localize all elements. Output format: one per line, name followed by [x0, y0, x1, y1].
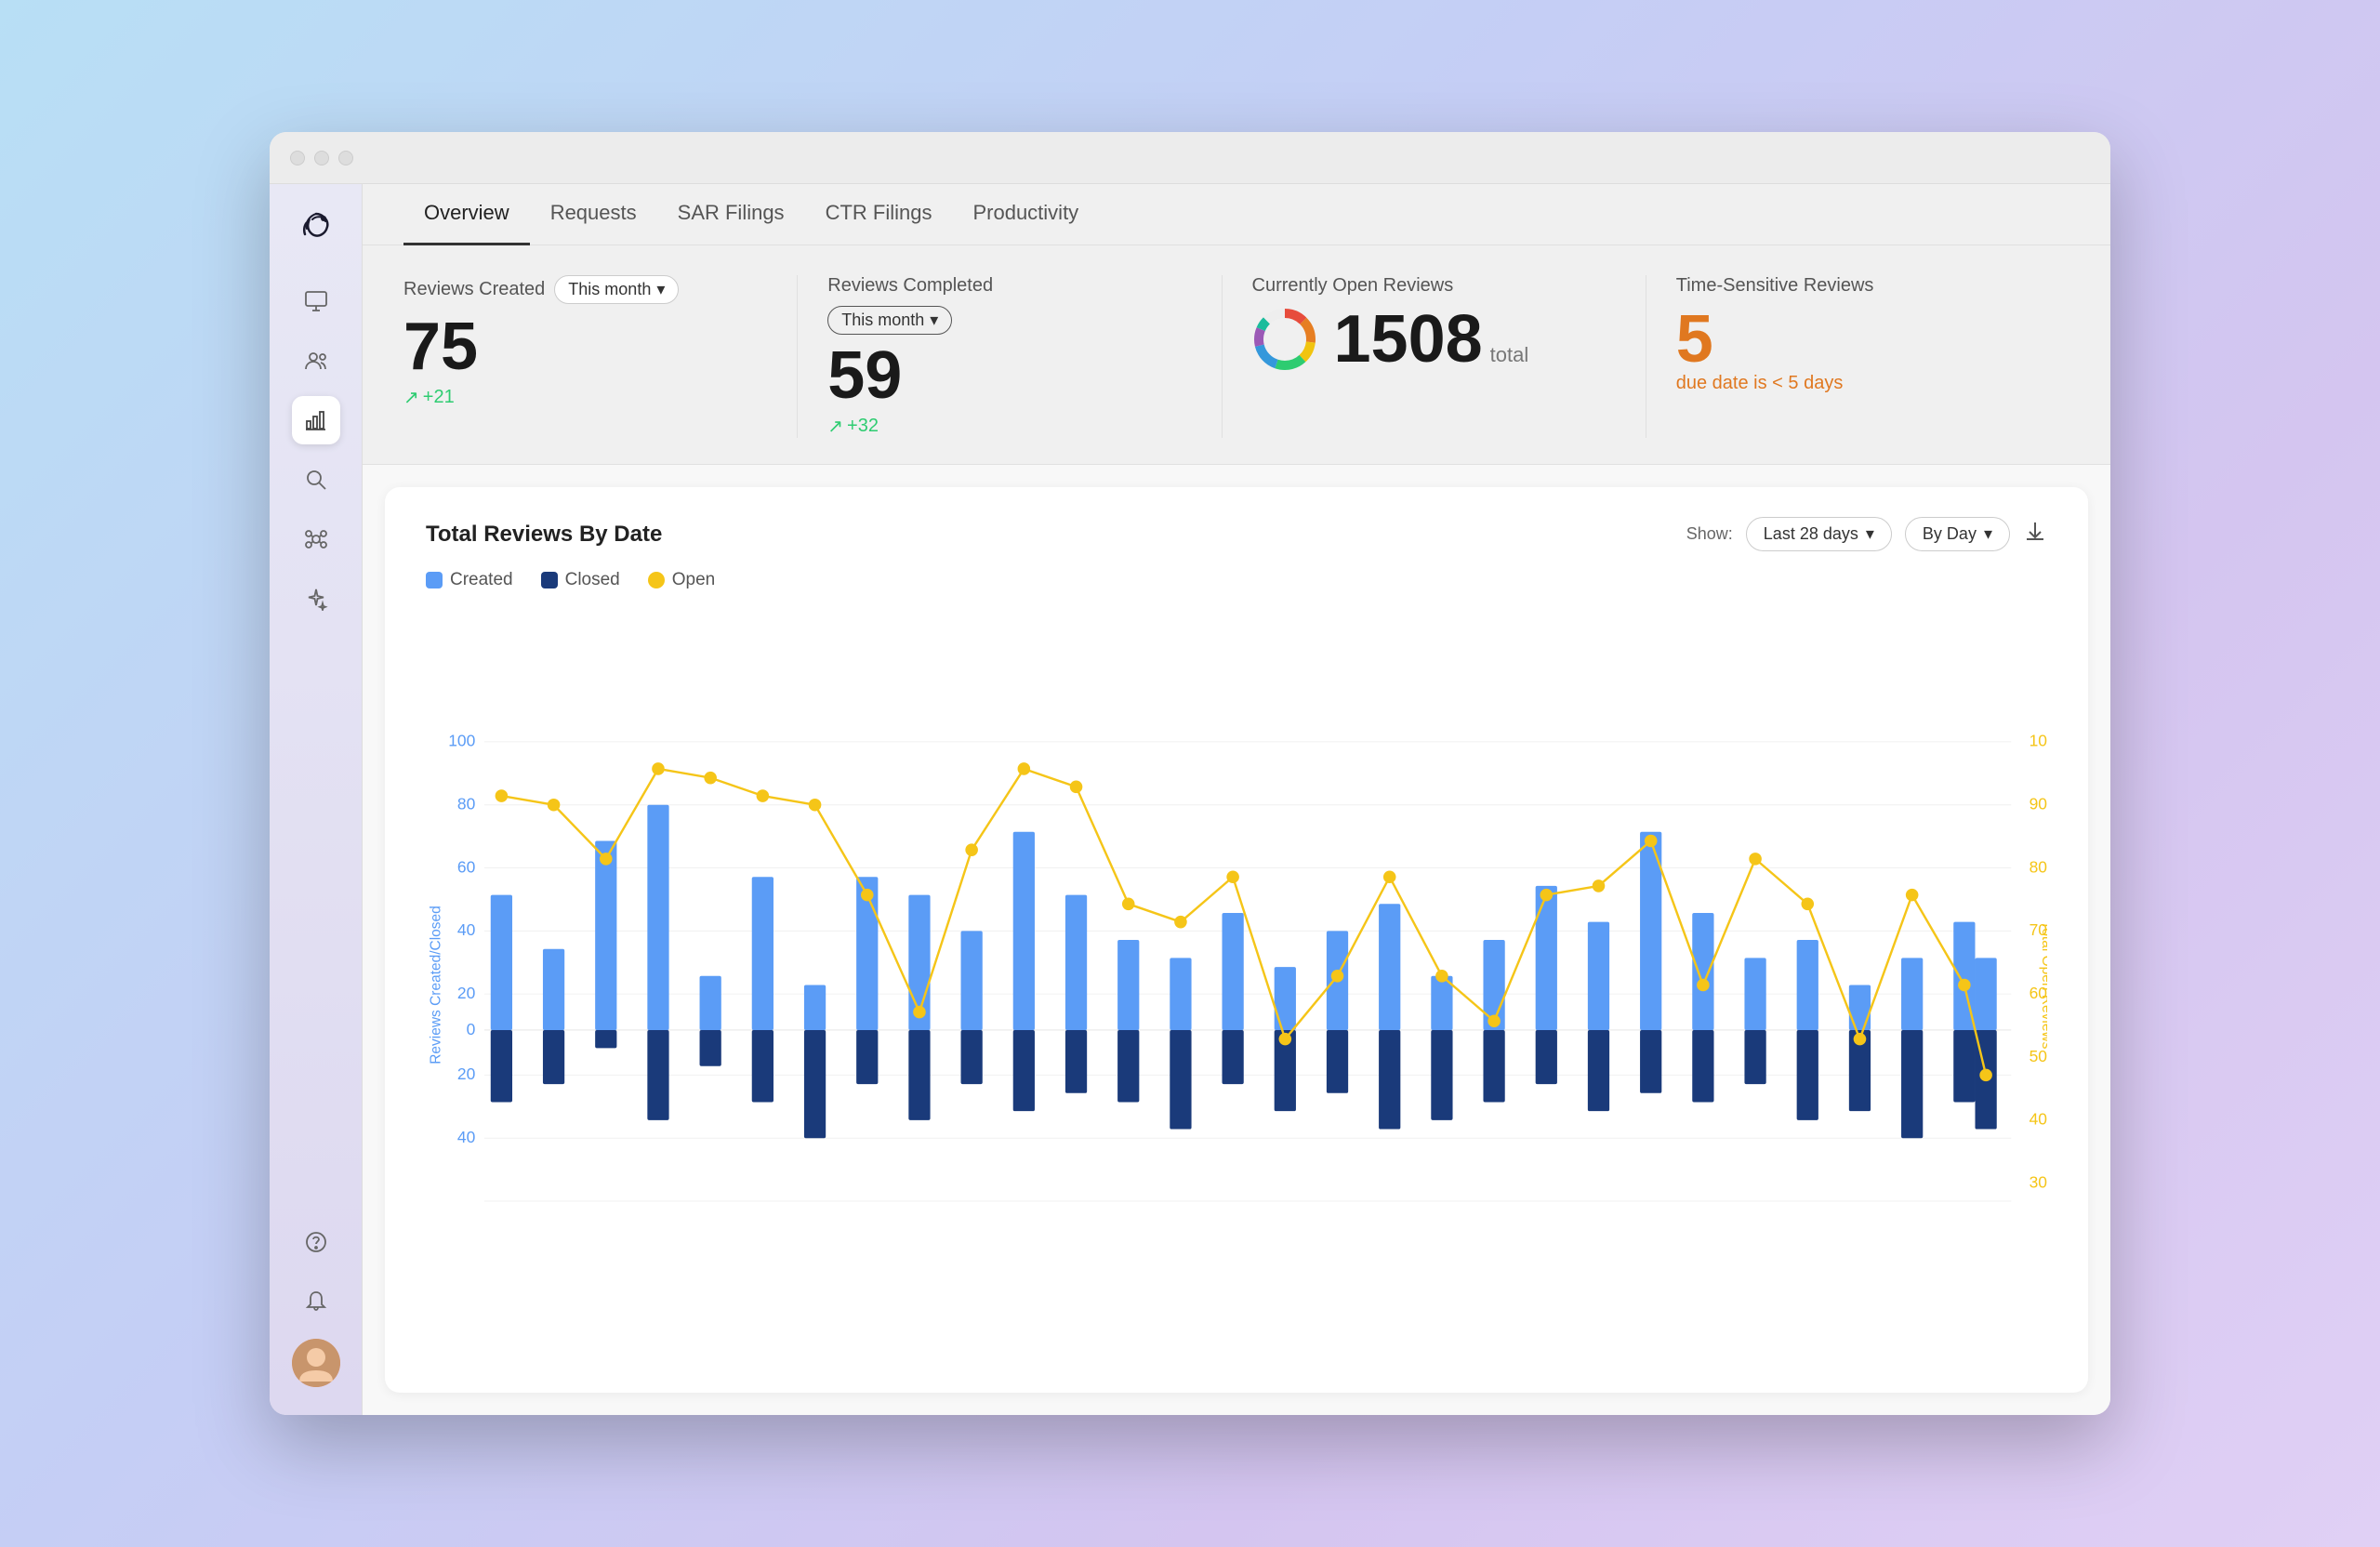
stat-reviews-completed: Reviews Completed This month ▾ 59 ↗ +32 [798, 275, 1222, 438]
sidebar-item-search[interactable] [292, 456, 340, 504]
chart-legend: Created Closed Open [426, 570, 2047, 590]
trend-up-icon: ↗ [403, 386, 419, 409]
sidebar-item-users[interactable] [292, 337, 340, 385]
chart-controls: Show: Last 28 days ▾ By Day ▾ [1686, 517, 2047, 551]
legend-created-dot [426, 572, 443, 588]
chart-container: 100 80 60 40 20 0 20 40 1000 900 800 700… [426, 607, 2047, 1363]
open-reviews-donut-area: 1508 total [1252, 306, 1616, 373]
sidebar-bottom [292, 1220, 340, 1396]
reviews-created-value: 75 [403, 313, 767, 380]
sidebar-navigation [292, 277, 340, 1220]
chevron-down-icon: ▾ [930, 311, 938, 330]
top-navigation: Overview Requests SAR Filings CTR Filing… [363, 184, 2110, 245]
svg-text:400: 400 [2030, 1110, 2047, 1129]
chevron-down-icon: ▾ [1984, 524, 1992, 544]
time-sensitive-label: Time-Sensitive Reviews [1676, 275, 2040, 297]
svg-text:500: 500 [2030, 1047, 2047, 1065]
legend-open-label: Open [672, 570, 715, 590]
reviews-completed-change: ↗ +32 [827, 415, 1191, 438]
sidebar-item-monitor[interactable] [292, 277, 340, 325]
chart-download-button[interactable] [2023, 520, 2047, 549]
chart-period-filter[interactable]: Last 28 days ▾ [1746, 517, 1892, 551]
app-body: Overview Requests SAR Filings CTR Filing… [270, 184, 2110, 1415]
sidebar-logo [292, 203, 340, 251]
stat-reviews-created: Reviews Created This month ▾ 75 ↗ +21 [403, 275, 798, 438]
chevron-down-icon: ▾ [656, 280, 665, 299]
tab-sar-filings[interactable]: SAR Filings [657, 184, 805, 245]
chart-show-label: Show: [1686, 524, 1733, 544]
svg-text:20: 20 [457, 1064, 476, 1083]
svg-text:80: 80 [457, 795, 476, 813]
time-sensitive-sub: due date is < 5 days [1676, 373, 2040, 394]
reviews-completed-value: 59 [827, 342, 1191, 409]
tab-productivity[interactable]: Productivity [952, 184, 1099, 245]
svg-text:900: 900 [2030, 795, 2047, 813]
legend-created-label: Created [450, 570, 513, 590]
sidebar-item-ai[interactable] [292, 575, 340, 623]
open-reviews-label: Currently Open Reviews [1252, 275, 1616, 297]
svg-text:40: 40 [457, 920, 476, 939]
legend-closed: Closed [541, 570, 620, 590]
user-avatar[interactable] [292, 1339, 340, 1387]
sidebar-item-notifications[interactable] [294, 1279, 338, 1324]
tab-overview[interactable]: Overview [403, 184, 530, 245]
chart-svg: 100 80 60 40 20 0 20 40 1000 900 800 700… [426, 607, 2047, 1363]
sidebar-item-integrations[interactable] [292, 515, 340, 563]
svg-text:Total Open Reviews: Total Open Reviews [2039, 921, 2047, 1050]
traffic-light-close[interactable] [290, 151, 305, 165]
reviews-created-label: Reviews Created This month ▾ [403, 275, 767, 304]
reviews-completed-label: Reviews Completed [827, 275, 1191, 297]
reviews-created-filter[interactable]: This month ▾ [554, 275, 679, 304]
reviews-created-change: ↗ +21 [403, 386, 767, 409]
svg-text:Reviews Created/Closed: Reviews Created/Closed [429, 906, 444, 1064]
legend-closed-dot [541, 572, 558, 588]
trend-up-icon: ↗ [827, 415, 843, 438]
open-reviews-value: 1508 [1334, 306, 1483, 373]
app-window: Overview Requests SAR Filings CTR Filing… [270, 132, 2110, 1415]
open-reviews-suffix: total [1490, 343, 1529, 367]
main-content: Overview Requests SAR Filings CTR Filing… [363, 184, 2110, 1415]
open-reviews-numbers: 1508 total [1334, 306, 1529, 373]
open-reviews-donut [1252, 307, 1317, 372]
legend-open: Open [648, 570, 715, 590]
svg-text:40: 40 [457, 1128, 476, 1146]
svg-text:20: 20 [457, 984, 476, 1002]
chart-granularity-filter[interactable]: By Day ▾ [1905, 517, 2010, 551]
traffic-light-maximize[interactable] [338, 151, 353, 165]
chart-section: Total Reviews By Date Show: Last 28 days… [385, 487, 2088, 1393]
traffic-light-minimize[interactable] [314, 151, 329, 165]
svg-text:60: 60 [457, 857, 476, 876]
svg-text:1000: 1000 [2030, 732, 2047, 750]
sidebar [270, 184, 363, 1415]
stat-open-reviews: Currently Open Reviews [1223, 275, 1646, 438]
legend-created: Created [426, 570, 513, 590]
svg-text:100: 100 [448, 732, 475, 750]
chart-title: Total Reviews By Date [426, 522, 662, 548]
svg-text:800: 800 [2030, 857, 2047, 876]
stat-time-sensitive: Time-Sensitive Reviews 5 due date is < 5… [1646, 275, 2069, 438]
time-sensitive-value: 5 [1676, 306, 2040, 373]
svg-text:0: 0 [467, 1020, 476, 1038]
sidebar-item-help[interactable] [294, 1220, 338, 1264]
legend-open-dot [648, 572, 665, 588]
legend-closed-label: Closed [565, 570, 620, 590]
stats-area: Reviews Created This month ▾ 75 ↗ +21 [363, 245, 2110, 465]
tab-ctr-filings[interactable]: CTR Filings [805, 184, 953, 245]
sidebar-item-analytics[interactable] [292, 396, 340, 444]
reviews-completed-filter[interactable]: This month ▾ [827, 306, 952, 335]
chart-header: Total Reviews By Date Show: Last 28 days… [426, 517, 2047, 551]
chevron-down-icon: ▾ [1866, 524, 1874, 544]
titlebar [270, 132, 2110, 184]
tab-requests[interactable]: Requests [530, 184, 657, 245]
svg-text:300: 300 [2030, 1173, 2047, 1192]
